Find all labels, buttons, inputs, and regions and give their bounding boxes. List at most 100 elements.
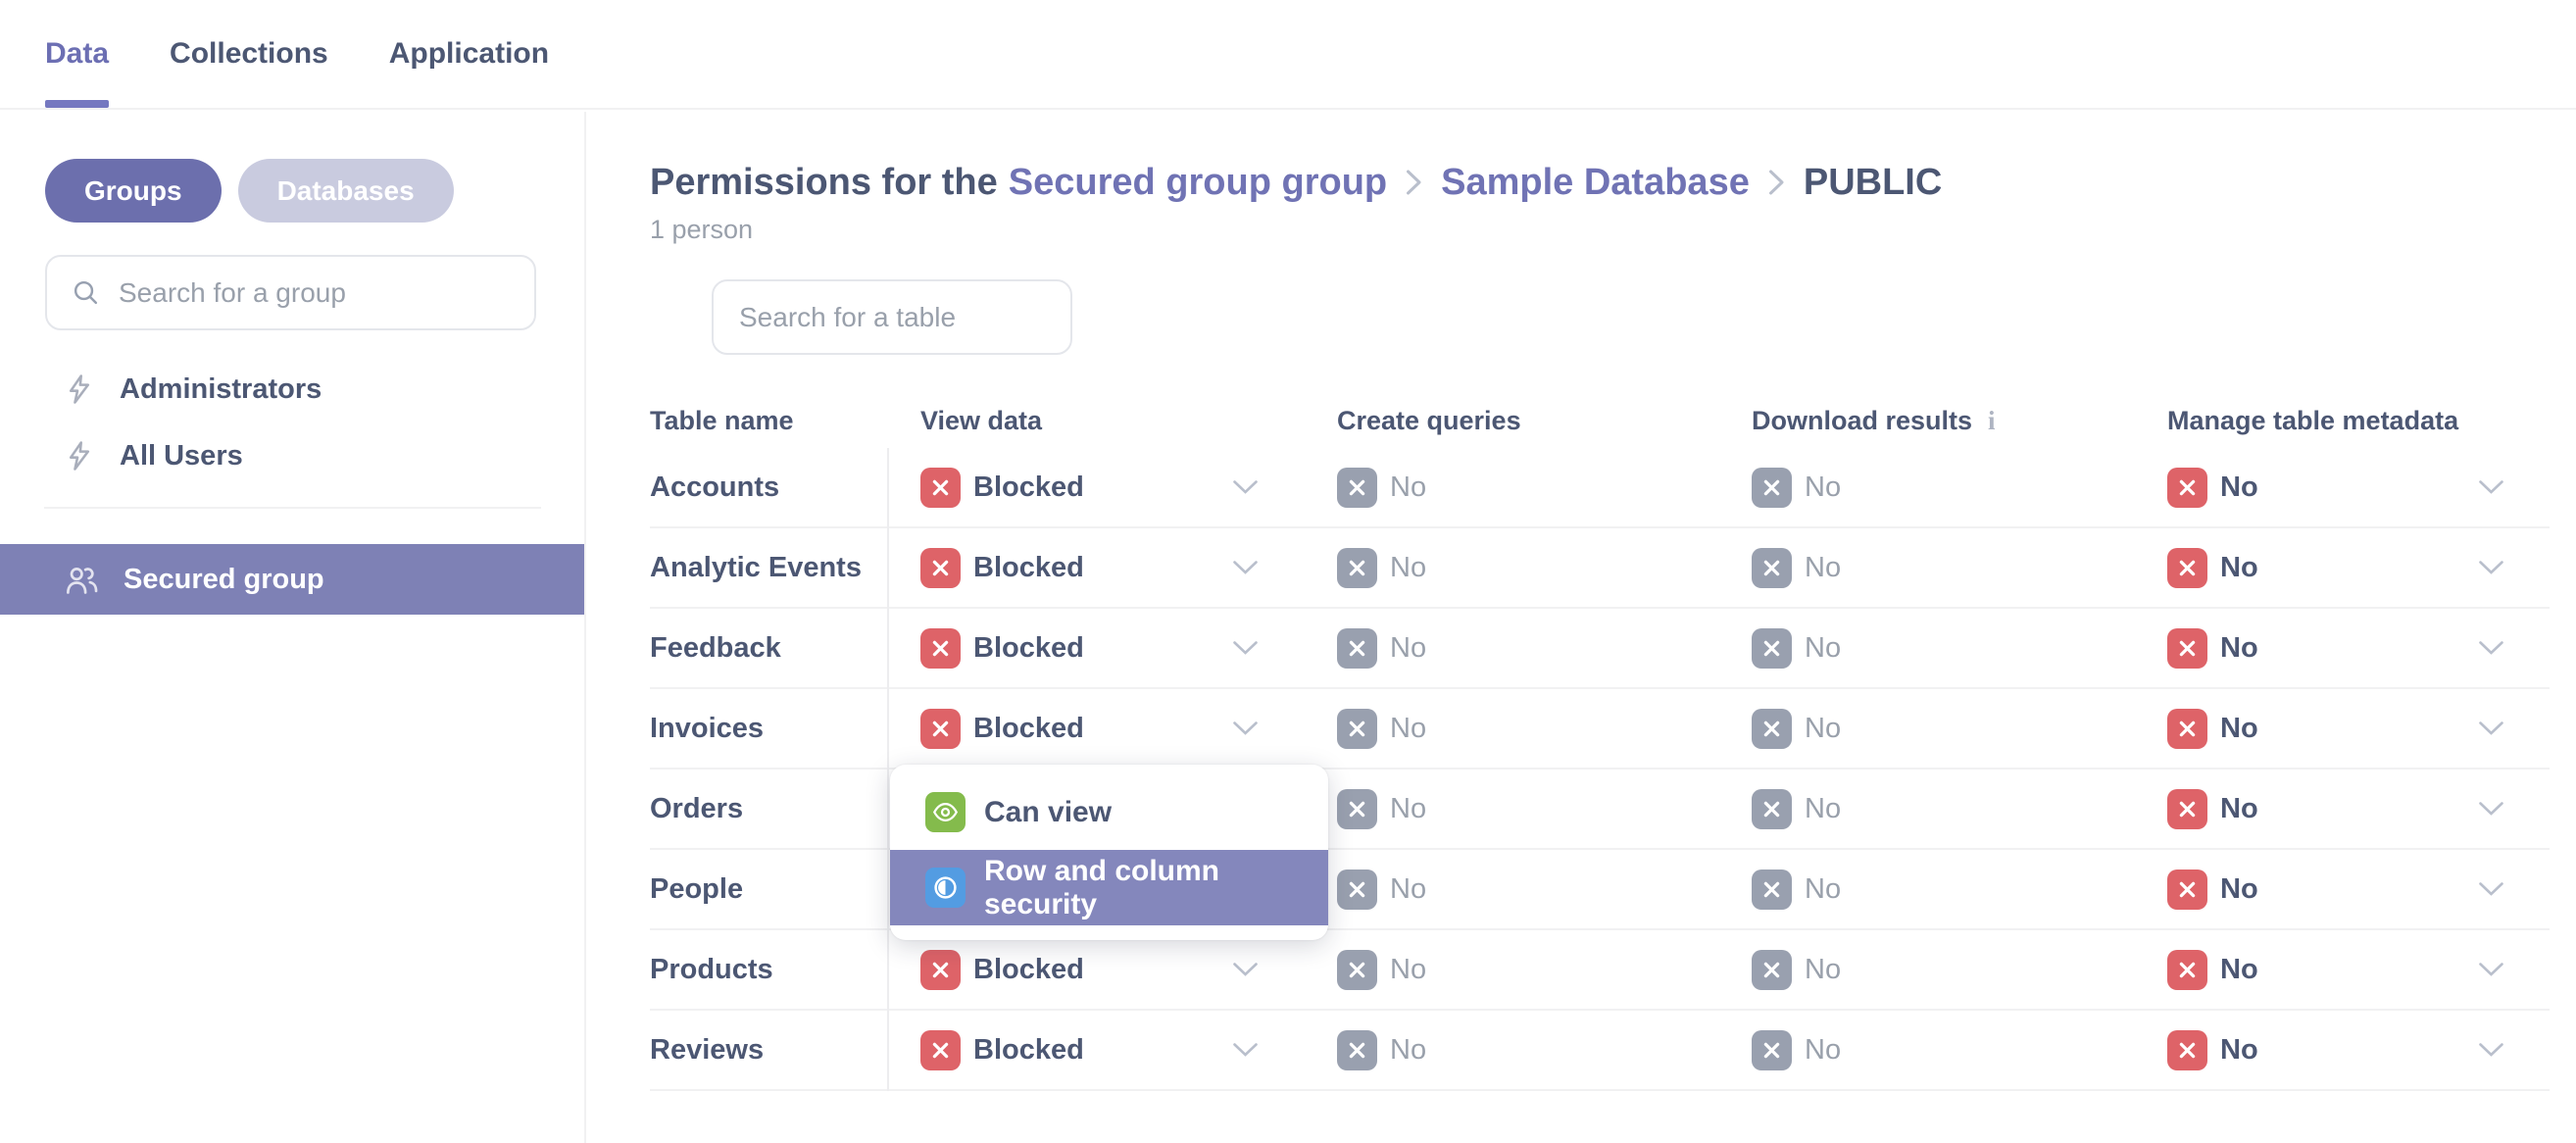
- column-header-table-name: Table name: [650, 406, 887, 436]
- table-search-input[interactable]: [739, 302, 1045, 333]
- no-x-icon: [1337, 548, 1377, 588]
- databases-pill[interactable]: Databases: [238, 159, 454, 223]
- manage-metadata-value: No: [2220, 632, 2258, 665]
- blocked-x-icon: [920, 709, 961, 749]
- no-x-icon: [2167, 870, 2207, 910]
- manage-metadata-cell[interactable]: No: [2134, 609, 2550, 687]
- databases-pill-label: Databases: [277, 175, 415, 207]
- manage-metadata-cell[interactable]: No: [2134, 528, 2550, 607]
- chevron-down-icon: [2478, 479, 2504, 495]
- no-x-icon: [1752, 628, 1792, 669]
- view-data-cell[interactable]: Blocked: [887, 609, 1304, 687]
- blocked-x-icon: [920, 950, 961, 990]
- dropdown-option-row-column-security[interactable]: Row and column security: [890, 850, 1328, 925]
- table-row: Invoices Blocked No No No: [650, 689, 2550, 770]
- view-data-cell[interactable]: Blocked: [887, 1011, 1304, 1089]
- chevron-down-icon: [2478, 640, 2504, 656]
- contrast-icon: [925, 868, 966, 908]
- create-queries-value: No: [1390, 632, 1426, 665]
- no-x-icon: [2167, 950, 2207, 990]
- download-results-value: No: [1805, 1034, 1841, 1067]
- view-data-cell[interactable]: Blocked: [887, 448, 1304, 526]
- groups-pill[interactable]: Groups: [45, 159, 222, 223]
- download-results-cell: No: [1718, 689, 2134, 768]
- table-row: Analytic Events Blocked No No: [650, 528, 2550, 609]
- create-queries-cell: No: [1304, 1011, 1718, 1089]
- group-list: Administrators All Users Sec: [0, 356, 584, 615]
- chevron-down-icon: [1232, 640, 1259, 656]
- create-queries-value: No: [1390, 793, 1426, 825]
- table-name-cell: Orders: [650, 793, 887, 825]
- breadcrumb-database-link[interactable]: Sample Database: [1441, 157, 1750, 208]
- no-x-icon: [2167, 789, 2207, 829]
- tab-data[interactable]: Data: [45, 0, 109, 108]
- chevron-right-icon: [1768, 169, 1785, 196]
- group-name: Secured group: [124, 564, 324, 596]
- manage-metadata-cell[interactable]: No: [2134, 770, 2550, 848]
- breadcrumb: Permissions for the Secured group group …: [650, 157, 2576, 208]
- column-header-create-queries: Create queries: [1304, 406, 1718, 436]
- permissions-table: Table name View data Create queries Down…: [650, 394, 2550, 1091]
- view-data-dropdown: Can view Row and column security: [890, 765, 1328, 940]
- blocked-x-icon: [920, 548, 961, 588]
- download-results-value: No: [1805, 954, 1841, 986]
- tab-application[interactable]: Application: [389, 0, 549, 108]
- manage-metadata-value: No: [2220, 1034, 2258, 1067]
- no-x-icon: [1337, 709, 1377, 749]
- view-data-value: Blocked: [973, 552, 1084, 584]
- download-results-cell: No: [1718, 448, 2134, 526]
- no-x-icon: [1337, 870, 1377, 910]
- download-results-cell: No: [1718, 528, 2134, 607]
- chevron-down-icon: [2478, 962, 2504, 977]
- manage-metadata-value: No: [2220, 552, 2258, 584]
- no-x-icon: [2167, 548, 2207, 588]
- table-row: Reviews Blocked No No No: [650, 1011, 2550, 1091]
- bolt-icon: [63, 439, 96, 472]
- no-x-icon: [1752, 789, 1792, 829]
- top-nav: Data Collections Application: [0, 0, 2576, 110]
- no-x-icon: [2167, 709, 2207, 749]
- manage-metadata-cell[interactable]: No: [2134, 1011, 2550, 1089]
- create-queries-value: No: [1390, 713, 1426, 745]
- manage-metadata-cell[interactable]: No: [2134, 448, 2550, 526]
- view-data-value: Blocked: [973, 1034, 1084, 1067]
- create-queries-value: No: [1390, 552, 1426, 584]
- create-queries-value: No: [1390, 472, 1426, 504]
- no-x-icon: [1337, 468, 1377, 508]
- group-name: All Users: [120, 440, 243, 472]
- dropdown-option-can-view[interactable]: Can view: [890, 774, 1328, 850]
- manage-metadata-value: No: [2220, 873, 2258, 906]
- tab-application-label: Application: [389, 37, 549, 71]
- sidebar-item-secured-group[interactable]: Secured group: [0, 544, 584, 615]
- view-data-value: Blocked: [973, 472, 1084, 504]
- table-name-cell: People: [650, 873, 887, 906]
- sidebar-toggle: Groups Databases: [45, 159, 584, 223]
- column-header-manage-table-metadata: Manage table metadata: [2134, 406, 2550, 436]
- tab-collections[interactable]: Collections: [170, 0, 328, 108]
- chevron-down-icon: [1232, 479, 1259, 495]
- view-data-cell[interactable]: Blocked: [887, 930, 1304, 1009]
- manage-metadata-cell[interactable]: No: [2134, 850, 2550, 928]
- view-data-value: Blocked: [973, 954, 1084, 986]
- create-queries-value: No: [1390, 1034, 1426, 1067]
- search-icon: [71, 277, 101, 308]
- manage-metadata-cell[interactable]: No: [2134, 930, 2550, 1009]
- view-data-cell[interactable]: Blocked: [887, 528, 1304, 607]
- view-data-cell[interactable]: Blocked: [887, 689, 1304, 768]
- chevron-down-icon: [1232, 560, 1259, 575]
- sidebar-item-administrators[interactable]: Administrators: [0, 356, 584, 422]
- group-search-input[interactable]: [119, 277, 511, 309]
- view-data-value: Blocked: [973, 713, 1084, 745]
- sidebar-item-all-users[interactable]: All Users: [0, 422, 584, 489]
- download-results-value: No: [1805, 552, 1841, 584]
- manage-metadata-cell[interactable]: No: [2134, 689, 2550, 768]
- column-divider: [887, 448, 889, 1091]
- download-results-value: No: [1805, 472, 1841, 504]
- no-x-icon: [1752, 468, 1792, 508]
- download-results-cell: No: [1718, 930, 2134, 1009]
- eye-icon: [925, 792, 966, 832]
- info-icon[interactable]: i: [1988, 408, 1996, 434]
- permissions-page: Data Collections Application Groups Data…: [0, 0, 2576, 1143]
- no-x-icon: [1752, 1030, 1792, 1070]
- breadcrumb-group-link[interactable]: Secured group group: [1009, 157, 1387, 208]
